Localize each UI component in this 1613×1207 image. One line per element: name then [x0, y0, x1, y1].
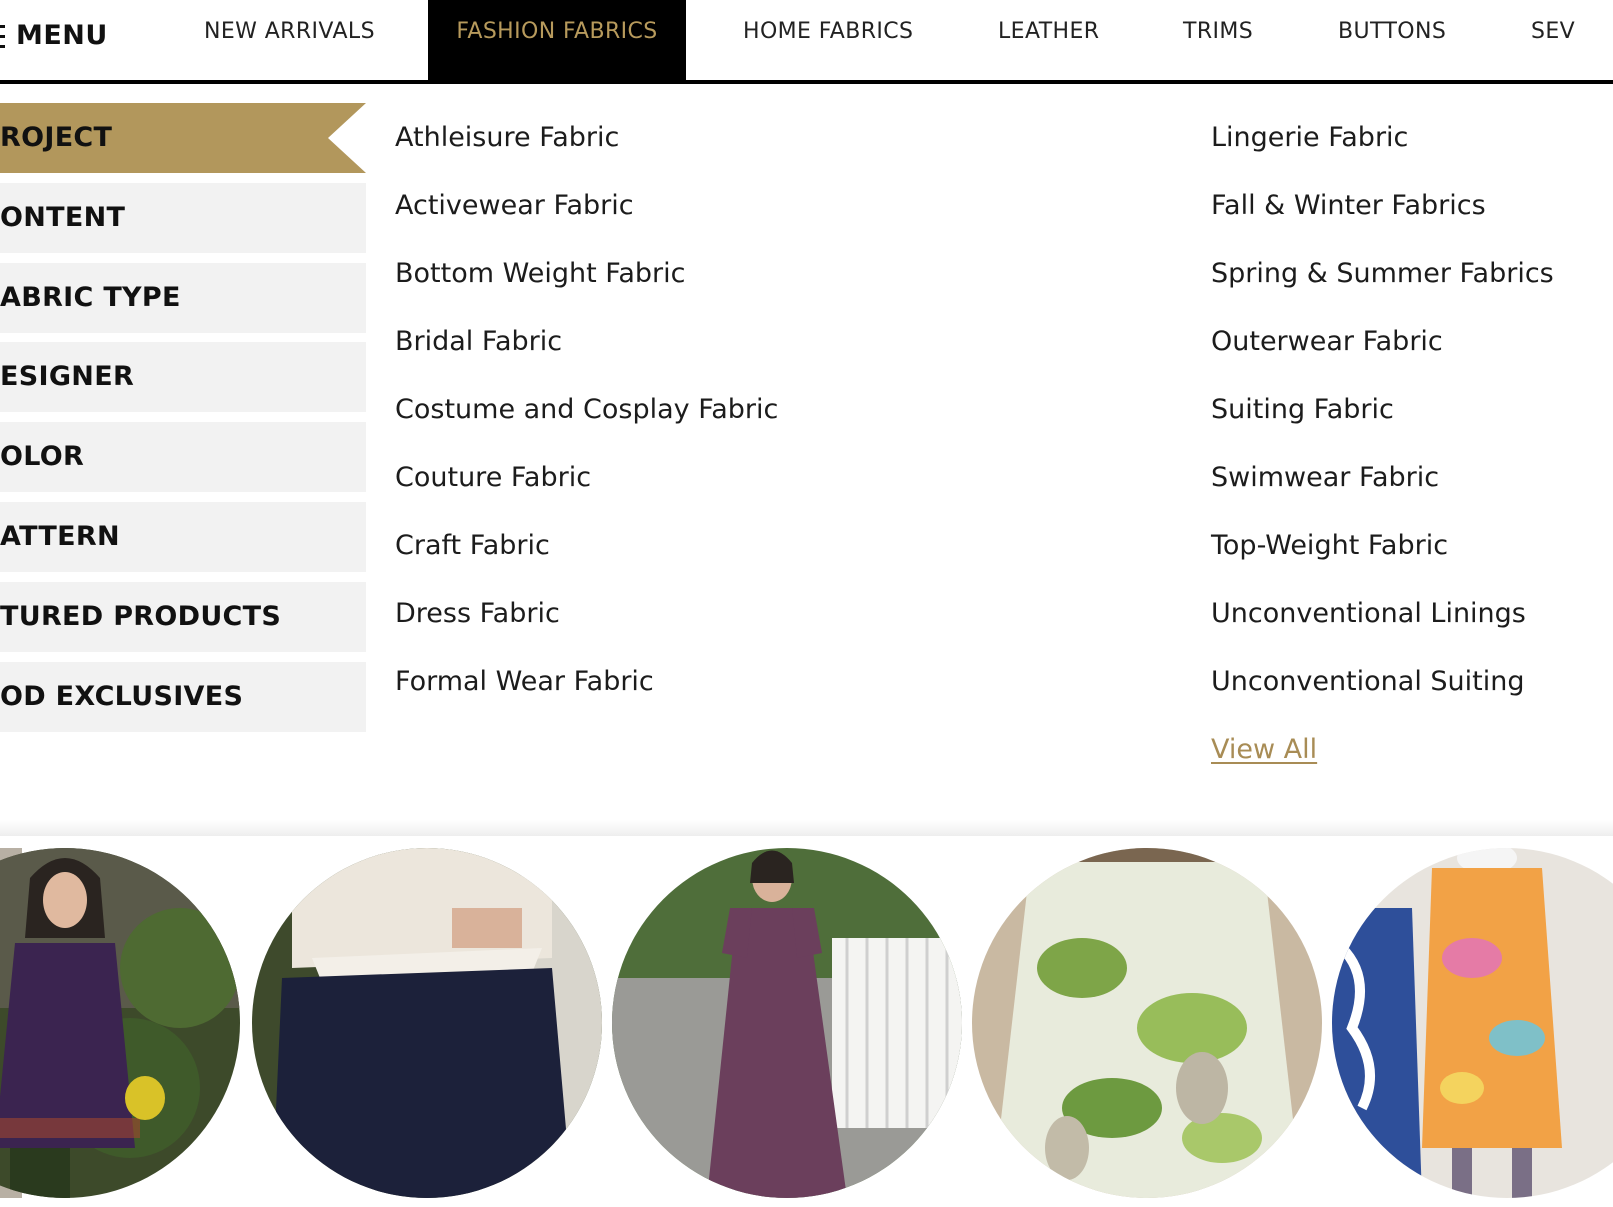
woman-floral-maxi-dress-photo[interactable]	[612, 848, 962, 1198]
navy-shorts-eyelet-top-photo[interactable]	[252, 848, 602, 1198]
woman-maxi-dress-image	[612, 848, 962, 1198]
woman-purple-dress-image	[0, 848, 240, 1198]
navy-shorts-image	[252, 848, 602, 1198]
green-print-skirt-photo[interactable]	[972, 848, 1322, 1198]
filter-category-fabric-type[interactable]: ABRIC TYPE	[0, 263, 366, 333]
filter-category-pattern[interactable]: ATTERN	[0, 502, 366, 572]
top-navigation: MENU NEW ARRIVALS FASHION FABRICS HOME F…	[0, 0, 1613, 84]
view-all-link[interactable]: View All	[1211, 733, 1317, 767]
submenu-link-formal-wear[interactable]: Formal Wear Fabric	[395, 665, 654, 699]
submenu-link-swimwear[interactable]: Swimwear Fabric	[1211, 461, 1439, 495]
submenu-link-unconventional-suiting[interactable]: Unconventional Suiting	[1211, 665, 1525, 699]
filter-category-designer[interactable]: ESIGNER	[0, 342, 366, 412]
filter-category-featured-products[interactable]: TURED PRODUCTS	[0, 582, 366, 652]
filter-category-label: ABRIC TYPE	[0, 282, 181, 313]
submenu-link-craft[interactable]: Craft Fabric	[395, 529, 550, 563]
submenu-link-suiting[interactable]: Suiting Fabric	[1211, 393, 1394, 427]
submenu-link-lingerie[interactable]: Lingerie Fabric	[1211, 121, 1408, 155]
submenu-link-spring-summer[interactable]: Spring & Summer Fabrics	[1211, 257, 1554, 291]
submenu-link-dress[interactable]: Dress Fabric	[395, 597, 560, 631]
submenu-link-bridal[interactable]: Bridal Fabric	[395, 325, 562, 359]
nav-item-sewing[interactable]: SEV	[1531, 0, 1575, 80]
submenu-link-athleisure[interactable]: Athleisure Fabric	[395, 121, 619, 155]
nav-item-trims[interactable]: TRIMS	[1183, 0, 1253, 80]
dropdown-shadow	[0, 820, 1613, 836]
nav-item-fashion-fabrics[interactable]: FASHION FABRICS	[428, 0, 686, 80]
woman-purple-dress-photo[interactable]	[0, 848, 240, 1198]
submenu-link-bottom-weight[interactable]: Bottom Weight Fabric	[395, 257, 685, 291]
filter-category-content[interactable]: ONTENT	[0, 183, 366, 253]
nav-item-new-arrivals[interactable]: NEW ARRIVALS	[204, 0, 375, 80]
submenu-link-activewear[interactable]: Activewear Fabric	[395, 189, 634, 223]
nav-item-buttons[interactable]: BUTTONS	[1338, 0, 1446, 80]
submenu-link-top-weight[interactable]: Top-Weight Fabric	[1211, 529, 1448, 563]
hamburger-icon	[0, 22, 5, 50]
submenu-link-unconventional-linings[interactable]: Unconventional Linings	[1211, 597, 1526, 631]
filter-category-label: ONTENT	[0, 202, 126, 233]
filter-category-label: ROJECT	[0, 122, 113, 153]
nav-item-home-fabrics[interactable]: HOME FABRICS	[743, 0, 913, 80]
filter-category-label: OD EXCLUSIVES	[0, 681, 244, 712]
menu-label: MENU	[16, 20, 108, 51]
photo-carousel	[0, 836, 1613, 1207]
filter-category-project[interactable]: ROJECT	[0, 103, 366, 173]
submenu-link-costume-cosplay[interactable]: Costume and Cosplay Fabric	[395, 393, 778, 427]
submenu-link-outerwear[interactable]: Outerwear Fabric	[1211, 325, 1443, 359]
filter-category-label: OLOR	[0, 441, 85, 472]
submenu-link-fall-winter[interactable]: Fall & Winter Fabrics	[1211, 189, 1486, 223]
filter-category-exclusives[interactable]: OD EXCLUSIVES	[0, 662, 366, 732]
filter-category-color[interactable]: OLOR	[0, 422, 366, 492]
filter-category-label: TURED PRODUCTS	[0, 601, 282, 632]
green-print-skirt-image	[972, 848, 1322, 1198]
submenu-link-couture[interactable]: Couture Fabric	[395, 461, 591, 495]
nav-item-leather[interactable]: LEATHER	[998, 0, 1099, 80]
filter-category-label: ATTERN	[0, 521, 120, 552]
filter-category-label: ESIGNER	[0, 361, 135, 392]
orange-print-dress-image	[1332, 848, 1613, 1198]
orange-print-shift-dress-photo[interactable]	[1332, 848, 1613, 1198]
